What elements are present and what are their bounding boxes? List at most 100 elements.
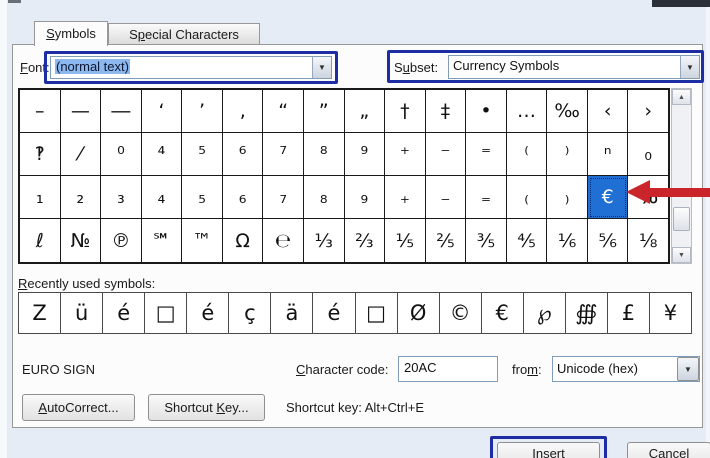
cancel-button[interactable]: Cancel (627, 442, 710, 458)
recent-symbol-cell[interactable]: ℘ (524, 293, 566, 333)
symbol-cell[interactable]: ℓ (20, 219, 61, 262)
symbol-cell[interactable]: ‰ (547, 90, 588, 133)
symbol-cell[interactable]: ₋ (426, 176, 467, 219)
recent-symbol-cell[interactable]: é (313, 293, 355, 333)
recent-symbol-cell[interactable]: ¥ (650, 293, 691, 333)
symbol-cell[interactable]: ― (101, 90, 142, 133)
symbol-cell[interactable]: ₇ (263, 176, 304, 219)
symbol-cell[interactable]: ⅓ (304, 219, 345, 262)
symbol-cell-selected[interactable]: € (588, 176, 629, 219)
recent-symbol-cell[interactable]: © (440, 293, 482, 333)
symbol-cell[interactable]: ⁷ (263, 133, 304, 176)
symbol-cell[interactable]: ‚ (223, 90, 264, 133)
symbol-cell[interactable]: ⁻ (426, 133, 467, 176)
symbol-cell[interactable]: — (61, 90, 102, 133)
symbol-cell[interactable]: № (61, 219, 102, 262)
symbol-grid-scrollbar[interactable]: ▲ ▼ (671, 88, 692, 264)
symbol-cell[interactable]: ₎ (547, 176, 588, 219)
symbol-cell[interactable]: ⁽ (507, 133, 548, 176)
character-code-input[interactable]: 20AC (398, 356, 498, 382)
font-dropdown[interactable]: (normal text) ▼ (50, 56, 332, 79)
screenshot-edge (706, 0, 710, 458)
symbol-cell[interactable]: ₄ (142, 176, 183, 219)
symbol-cell[interactable]: ₌ (466, 176, 507, 219)
recent-symbol-cell[interactable]: é (187, 293, 229, 333)
selected-symbol-name: EURO SIGN (22, 362, 95, 377)
symbol-cell[interactable]: ‡ (426, 90, 467, 133)
symbol-cell[interactable]: ⅘ (507, 219, 548, 262)
symbol-cell[interactable]: ℮ (263, 219, 304, 262)
symbol-cell[interactable]: ⁵ (182, 133, 223, 176)
symbol-cell[interactable]: ⅔ (345, 219, 386, 262)
recent-symbol-cell[interactable]: € (482, 293, 524, 333)
chevron-down-icon[interactable]: ▼ (312, 57, 331, 78)
symbol-cell[interactable]: ⁰ (101, 133, 142, 176)
recent-symbol-cell[interactable]: □ (145, 293, 187, 333)
symbol-cell[interactable]: Ω (223, 219, 264, 262)
symbol-cell[interactable]: ™ (182, 219, 223, 262)
recent-symbol-cell[interactable]: ä (271, 293, 313, 333)
recent-symbol-cell[interactable]: □ (356, 293, 398, 333)
tab-symbols[interactable]: Symbols (34, 21, 108, 46)
symbol-cell[interactable]: – (20, 90, 61, 133)
recent-symbol-cell[interactable]: ∰ (566, 293, 608, 333)
recent-symbol-cell[interactable]: Ø (398, 293, 440, 333)
symbol-cell[interactable]: ⁶ (223, 133, 264, 176)
recent-symbol-cell[interactable]: Z (19, 293, 61, 333)
recent-symbol-cell[interactable]: é (103, 293, 145, 333)
symbol-cell[interactable]: ₆ (223, 176, 264, 219)
symbol-cell[interactable]: “ (263, 90, 304, 133)
symbol-cell[interactable]: › (628, 90, 668, 133)
symbol-cell[interactable]: „ (345, 90, 386, 133)
symbol-cell[interactable]: ₊ (385, 176, 426, 219)
symbol-cell[interactable]: ⅙ (547, 219, 588, 262)
symbol-cell[interactable]: ₂ (61, 176, 102, 219)
scrollbar-thumb[interactable] (673, 207, 690, 231)
recent-symbol-cell[interactable]: ü (61, 293, 103, 333)
symbol-cell[interactable]: ₈ (304, 176, 345, 219)
shortcut-key-button[interactable]: Shortcut Key... (148, 394, 265, 421)
symbol-cell[interactable]: ⁿ (588, 133, 629, 176)
symbol-cell[interactable]: ₉ (345, 176, 386, 219)
symbol-cell[interactable]: ℠ (142, 219, 183, 262)
symbol-cell[interactable]: ⅖ (426, 219, 467, 262)
symbol-cell[interactable]: † (385, 90, 426, 133)
symbol-cell[interactable]: ‹ (588, 90, 629, 133)
symbol-cell[interactable]: ⁾ (547, 133, 588, 176)
symbol-cell[interactable]: ₀ (628, 133, 668, 176)
symbol-cell[interactable]: ⁴ (142, 133, 183, 176)
symbol-cell[interactable]: ₅ (182, 176, 223, 219)
symbol-cell[interactable]: ⅛ (628, 219, 668, 262)
symbol-cell[interactable]: ℗ (101, 219, 142, 262)
symbol-cell[interactable]: ⁼ (466, 133, 507, 176)
symbol-cell[interactable]: ⁺ (385, 133, 426, 176)
chevron-down-icon[interactable]: ▼ (677, 357, 699, 381)
from-dropdown[interactable]: Unicode (hex) ▼ (552, 356, 700, 382)
symbol-cell[interactable]: ⅚ (588, 219, 629, 262)
scrollbar-track[interactable] (672, 105, 691, 247)
symbol-cell[interactable]: ⁹ (345, 133, 386, 176)
tab-special-characters[interactable]: Special Characters (108, 23, 260, 45)
scroll-down-icon[interactable]: ▼ (672, 247, 691, 263)
symbol-cell[interactable]: ⁸ (304, 133, 345, 176)
recent-symbol-cell[interactable]: £ (608, 293, 650, 333)
symbol-cell[interactable]: ₍ (507, 176, 548, 219)
chevron-down-icon[interactable]: ▼ (680, 56, 699, 78)
scroll-up-icon[interactable]: ▲ (672, 89, 691, 105)
symbol-grid-row: ℓ№℗℠™Ω℮⅓⅔⅕⅖⅗⅘⅙⅚⅛ (20, 219, 668, 262)
symbol-cell[interactable]: • (466, 90, 507, 133)
recent-symbol-cell[interactable]: ç (229, 293, 271, 333)
symbol-cell[interactable]: ’ (182, 90, 223, 133)
autocorrect-button[interactable]: AutoCorrect... (22, 394, 135, 421)
symbol-cell[interactable]: ⅕ (385, 219, 426, 262)
symbol-cell[interactable]: ₃ (101, 176, 142, 219)
symbol-cell[interactable]: ₁ (20, 176, 61, 219)
symbol-cell[interactable]: ⁄ (61, 133, 102, 176)
symbol-cell[interactable]: ‘ (142, 90, 183, 133)
symbol-cell[interactable]: ⅗ (466, 219, 507, 262)
symbol-cell[interactable]: ‽ (20, 133, 61, 176)
subset-dropdown[interactable]: Currency Symbols ▼ (448, 55, 700, 79)
insert-button[interactable]: Insert (497, 442, 600, 458)
symbol-cell[interactable]: … (507, 90, 548, 133)
symbol-cell[interactable]: ” (304, 90, 345, 133)
